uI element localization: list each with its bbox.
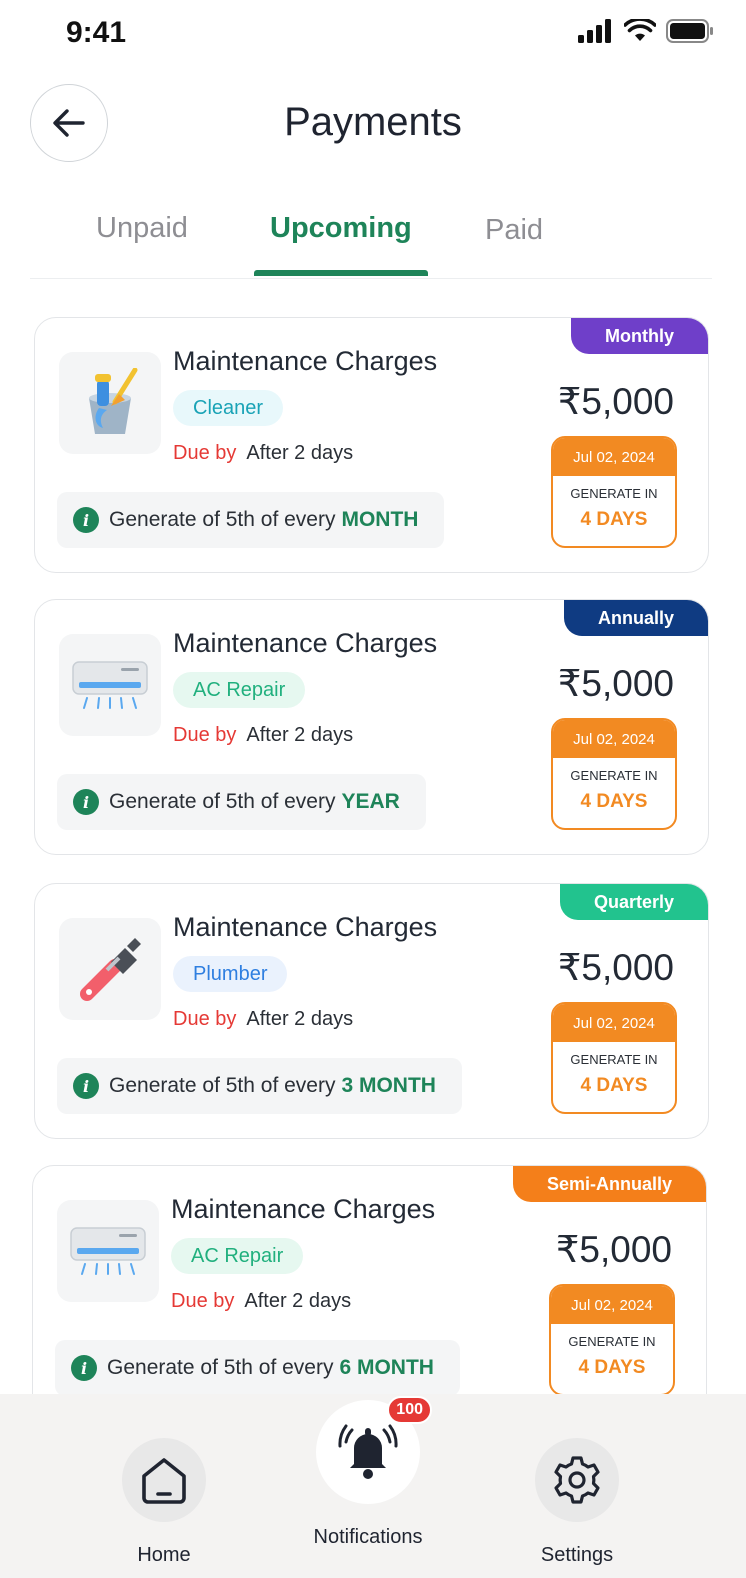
generate-text: Generate of 5th of every — [109, 508, 336, 531]
price: ₹5,000 — [557, 381, 674, 422]
wifi-icon — [624, 19, 656, 41]
generate-text: Generate of 5th of every — [109, 1074, 336, 1097]
battery-icon — [666, 19, 713, 43]
category-chip: AC Repair — [173, 672, 306, 708]
card-title: Maintenance Charges — [173, 912, 438, 942]
due-info: Due by After 2 days — [173, 724, 353, 747]
generate-date-box: Jul 02, 2024 GENERATE IN 4 DAYS — [551, 718, 677, 830]
frequency-badge: Quarterly — [559, 884, 708, 920]
cleaning-bucket-icon — [89, 368, 138, 434]
nav-home-label: Home — [137, 1544, 191, 1566]
due-label: Due by — [173, 724, 237, 746]
frequency-badge: Annually — [563, 600, 708, 636]
tab-paid[interactable]: Paid — [485, 214, 543, 247]
wrench-icon — [80, 938, 141, 1001]
generate-in-label: GENERATE IN — [570, 486, 658, 501]
payment-card[interactable]: Semi-Annually Maintenance Charges AC Rep… — [32, 1165, 707, 1421]
generate-date: Jul 02, 2024 — [553, 1004, 675, 1042]
generate-info: i Generate of 5th of every 6 MONTH — [55, 1340, 460, 1396]
status-bar: 9:41 — [0, 0, 746, 64]
generate-period: 6 MONTH — [339, 1356, 434, 1379]
due-value: After 2 days — [244, 1290, 352, 1312]
info-icon: i — [71, 1355, 97, 1381]
status-icons — [578, 18, 714, 44]
generate-in-value: 4 DAYS — [580, 509, 648, 530]
generate-info: i Generate of 5th of every MONTH — [57, 492, 445, 548]
payment-card[interactable]: Quarterly Maintenance Charges Plumber Du… — [34, 883, 709, 1139]
generate-date-box: Jul 02, 2024 GENERATE IN 4 DAYS — [549, 1284, 675, 1396]
due-value: After 2 days — [246, 442, 354, 464]
service-thumbnail — [57, 1200, 159, 1302]
due-value: After 2 days — [246, 724, 354, 746]
due-value: After 2 days — [246, 1008, 354, 1030]
generate-period: YEAR — [341, 790, 400, 813]
service-thumbnail — [59, 352, 161, 454]
due-label: Due by — [173, 442, 237, 464]
generate-date-box: Jul 02, 2024 GENERATE IN 4 DAYS — [551, 1002, 677, 1114]
card-title: Maintenance Charges — [173, 346, 438, 376]
nav-notifications-label: Notifications — [313, 1526, 423, 1548]
price: ₹5,000 — [557, 663, 674, 704]
due-info: Due by After 2 days — [171, 1290, 351, 1313]
air-conditioner-icon — [70, 1227, 146, 1275]
payment-card[interactable]: Monthly Maintenance Charges Cleaner Due … — [34, 317, 709, 573]
nav-settings[interactable]: Settings — [502, 1438, 652, 1567]
price: ₹5,000 — [557, 947, 674, 988]
generate-date: Jul 02, 2024 — [553, 438, 675, 476]
generate-date-box: Jul 02, 2024 GENERATE IN 4 DAYS — [551, 436, 677, 548]
category-chip: AC Repair — [171, 1238, 304, 1274]
card-title: Maintenance Charges — [173, 628, 438, 658]
generate-date: Jul 02, 2024 — [551, 1286, 673, 1324]
generate-period: 3 MONTH — [341, 1074, 436, 1097]
frequency-badge: Monthly — [571, 318, 708, 354]
active-tab-indicator — [254, 270, 428, 276]
due-info: Due by After 2 days — [173, 1008, 353, 1031]
bottom-nav: Home 100 Notifications Settings — [0, 1394, 746, 1578]
bell-icon — [338, 1424, 398, 1479]
due-info: Due by After 2 days — [173, 442, 353, 465]
info-icon: i — [73, 1073, 99, 1099]
payment-card[interactable]: Annually Maintenance Charges AC Repair D… — [34, 599, 709, 855]
generate-in-label: GENERATE IN — [570, 1052, 658, 1067]
page-title: Payments — [284, 100, 462, 144]
gear-icon — [554, 1456, 600, 1504]
settings-button[interactable] — [535, 1438, 619, 1522]
notifications-badge: 100 — [387, 1396, 432, 1424]
price: ₹5,000 — [555, 1229, 672, 1270]
service-thumbnail — [59, 634, 161, 736]
nav-settings-label: Settings — [540, 1544, 614, 1566]
tab-bar: Unpaid Upcoming Paid — [30, 200, 712, 279]
generate-in-value: 4 DAYS — [578, 1357, 646, 1378]
generate-text: Generate of 5th of every — [107, 1356, 334, 1379]
generate-in-label: GENERATE IN — [568, 1334, 656, 1349]
home-button[interactable] — [122, 1438, 206, 1522]
generate-info: i Generate of 5th of every 3 MONTH — [57, 1058, 462, 1114]
notifications-button[interactable]: 100 — [316, 1396, 432, 1504]
info-icon: i — [73, 507, 99, 533]
status-time: 9:41 — [66, 16, 127, 49]
generate-text: Generate of 5th of every — [109, 790, 336, 813]
air-conditioner-icon — [72, 661, 148, 709]
home-icon — [142, 1458, 186, 1504]
card-title: Maintenance Charges — [171, 1194, 436, 1224]
tab-upcoming[interactable]: Upcoming — [270, 212, 412, 245]
generate-in-value: 4 DAYS — [580, 1075, 648, 1096]
generate-in-label: GENERATE IN — [570, 768, 658, 783]
due-label: Due by — [173, 1008, 237, 1030]
signal-icon — [578, 19, 611, 43]
nav-notifications[interactable]: 100 Notifications — [293, 1396, 443, 1549]
generate-in-value: 4 DAYS — [580, 791, 648, 812]
due-label: Due by — [171, 1290, 235, 1312]
nav-home[interactable]: Home — [89, 1438, 239, 1567]
category-chip: Cleaner — [173, 390, 284, 426]
frequency-badge: Semi-Annually — [512, 1166, 706, 1202]
tab-unpaid[interactable]: Unpaid — [96, 212, 188, 245]
category-chip: Plumber — [173, 956, 288, 992]
service-thumbnail — [59, 918, 161, 1020]
info-icon: i — [73, 789, 99, 815]
generate-date: Jul 02, 2024 — [553, 720, 675, 758]
generate-info: i Generate of 5th of every YEAR — [57, 774, 426, 830]
generate-period: MONTH — [341, 508, 419, 531]
